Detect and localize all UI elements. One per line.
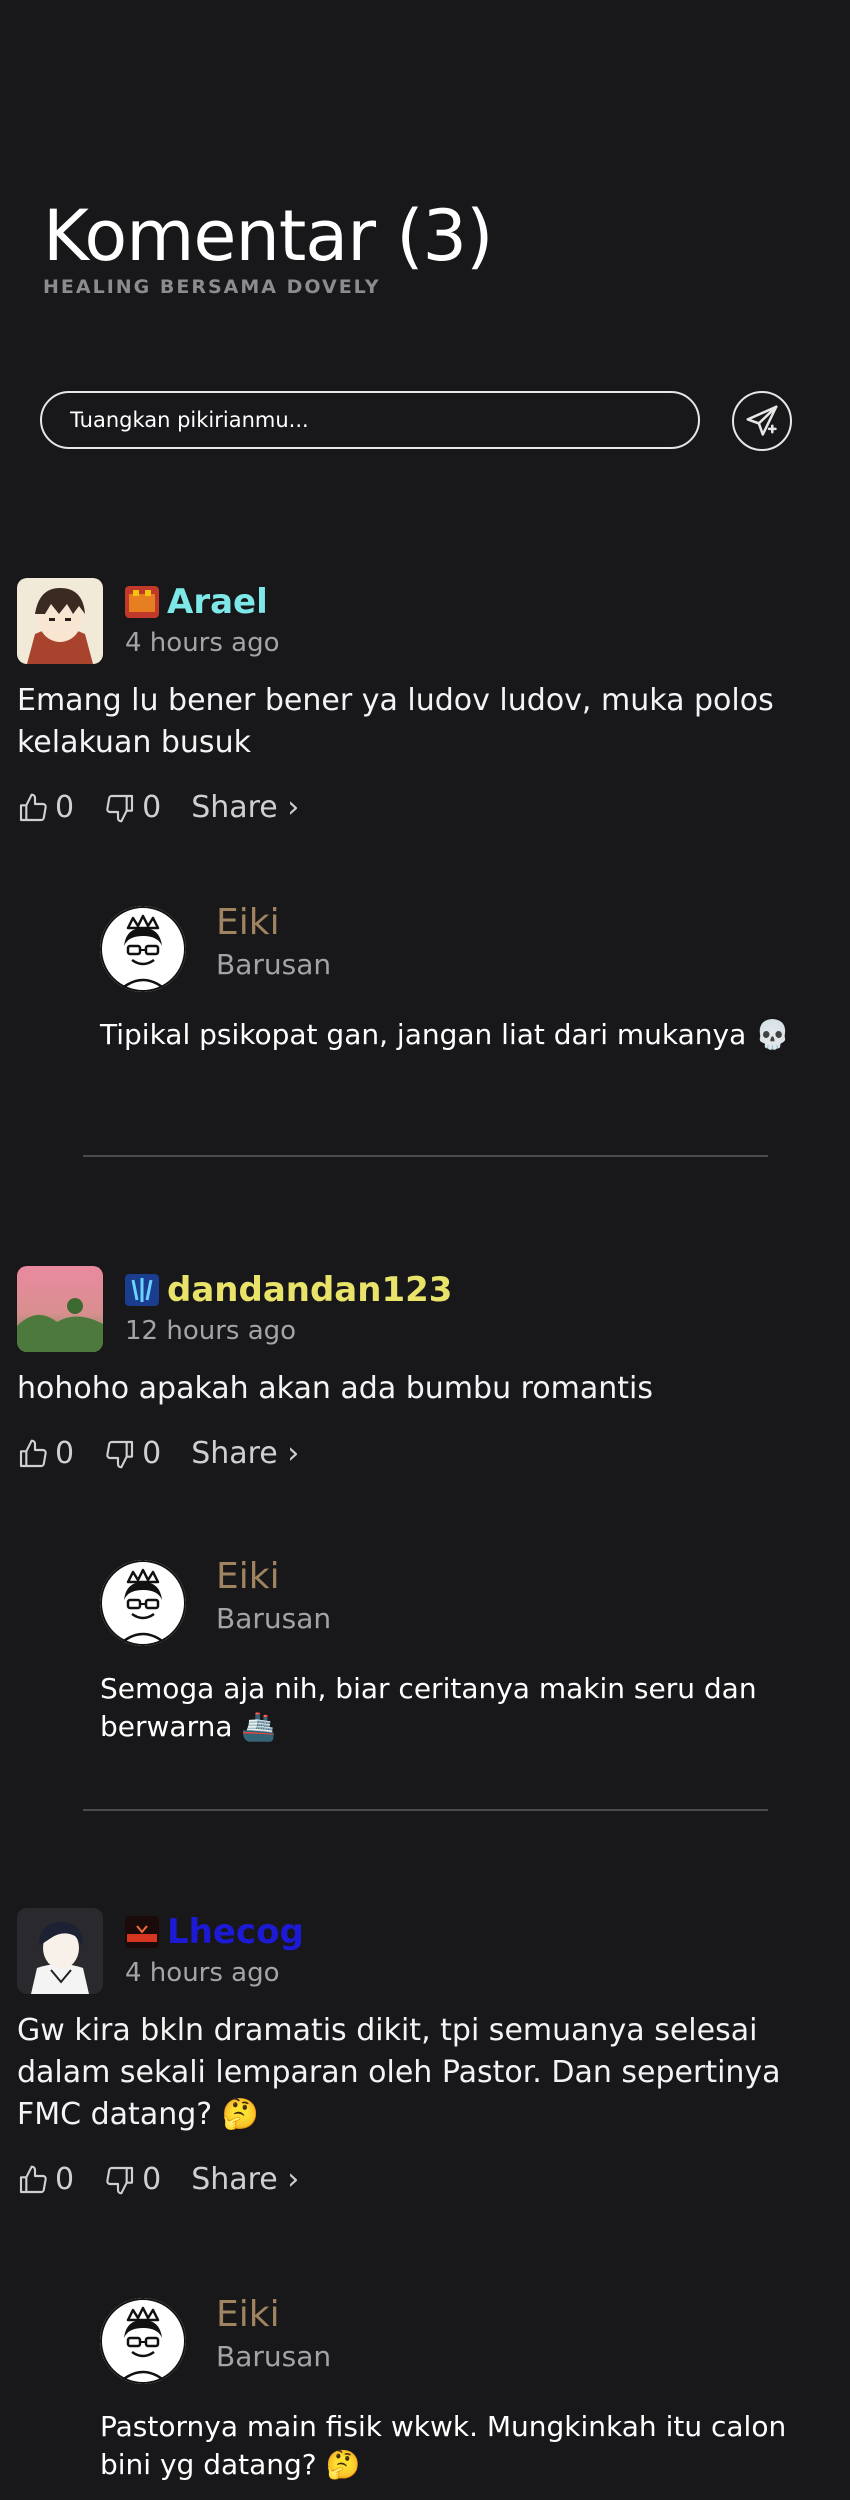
dislike-count: 0 [142, 790, 162, 825]
comment-time: 4 hours ago [125, 628, 280, 658]
page-header: Komentar (3) HEALING BERSAMA DOVELY [43, 195, 493, 298]
thumbs-down-icon [106, 2166, 134, 2194]
comment-text: Gw kira bkln dramatis dikit, tpi semuany… [17, 2013, 781, 2132]
share-button[interactable]: Share › [191, 1436, 299, 1471]
crowned-avatar-icon [100, 1560, 186, 1646]
like-button[interactable]: 0 [17, 2162, 74, 2197]
comment-author[interactable]: dandandan123 [167, 1270, 452, 1310]
page-subtitle: HEALING BERSAMA DOVELY [43, 276, 381, 298]
dislike-count: 0 [142, 1436, 162, 1471]
dislike-button[interactable]: 0 [104, 2162, 161, 2197]
dislike-button[interactable]: 0 [104, 790, 161, 825]
reply-text: Tipikal psikopat gan, jangan liat dari m… [100, 1018, 791, 1051]
author-line: Arael [125, 582, 268, 622]
send-button[interactable] [732, 391, 792, 451]
reply-time: Barusan [216, 2340, 332, 2373]
comment-composer [40, 391, 800, 451]
badge-icon [125, 586, 159, 618]
divider [83, 1155, 768, 1157]
reply-text: Pastornya main fisik wkwk. Mungkinkah it… [100, 2410, 787, 2481]
crowned-avatar-icon [100, 906, 186, 992]
reply-author[interactable]: Eiki [216, 1556, 280, 1597]
page-title: Komentar (3) [43, 195, 493, 277]
thumbs-up-icon [19, 2165, 47, 2193]
comment-actions: 0 0 Share › [17, 2162, 299, 2197]
avatar[interactable] [17, 578, 103, 664]
comment-time: 12 hours ago [125, 1316, 297, 1346]
dislike-button[interactable]: 0 [104, 1436, 161, 1471]
like-button[interactable]: 0 [17, 1436, 74, 1471]
like-button[interactable]: 0 [17, 790, 74, 825]
reply-time: Barusan [216, 1602, 332, 1635]
reply-avatar[interactable] [100, 1560, 186, 1646]
comment-actions: 0 0 Share › [17, 790, 299, 825]
comment-author[interactable]: Arael [167, 582, 268, 622]
reply-time: Barusan [216, 948, 332, 981]
thumbs-down-icon [106, 794, 134, 822]
thumbs-up-icon [19, 1439, 47, 1467]
comment-input[interactable] [40, 391, 700, 449]
author-line: dandandan123 [125, 1270, 452, 1310]
comment-time: 4 hours ago [125, 1958, 280, 1988]
divider [83, 1809, 768, 1811]
author-line: Lhecog [125, 1912, 304, 1952]
thumbs-up-icon [19, 793, 47, 821]
share-button[interactable]: Share › [191, 2162, 299, 2197]
reply-avatar[interactable] [100, 2298, 186, 2384]
dislike-count: 0 [142, 2162, 162, 2197]
paper-plane-icon [746, 405, 778, 436]
reply-avatar[interactable] [100, 906, 186, 992]
like-count: 0 [55, 790, 75, 825]
avatar[interactable] [17, 1266, 103, 1352]
comment-text: Emang lu bener bener ya ludov ludov, muk… [17, 683, 774, 760]
like-count: 0 [55, 1436, 75, 1471]
reply-author[interactable]: Eiki [216, 902, 280, 943]
avatar[interactable] [17, 1908, 103, 1994]
like-count: 0 [55, 2162, 75, 2197]
crowned-avatar-icon [100, 2298, 186, 2384]
thumbs-down-icon [106, 1440, 134, 1468]
comment-author[interactable]: Lhecog [167, 1912, 304, 1952]
share-button[interactable]: Share › [191, 790, 299, 825]
badge-icon [125, 1916, 159, 1948]
reply-author[interactable]: Eiki [216, 2294, 280, 2335]
badge-icon [125, 1274, 159, 1306]
reply-text: Semoga aja nih, biar ceritanya makin ser… [100, 1672, 757, 1743]
comment-actions: 0 0 Share › [17, 1436, 299, 1471]
comment-text: hohoho apakah akan ada bumbu romantis [17, 1371, 653, 1406]
